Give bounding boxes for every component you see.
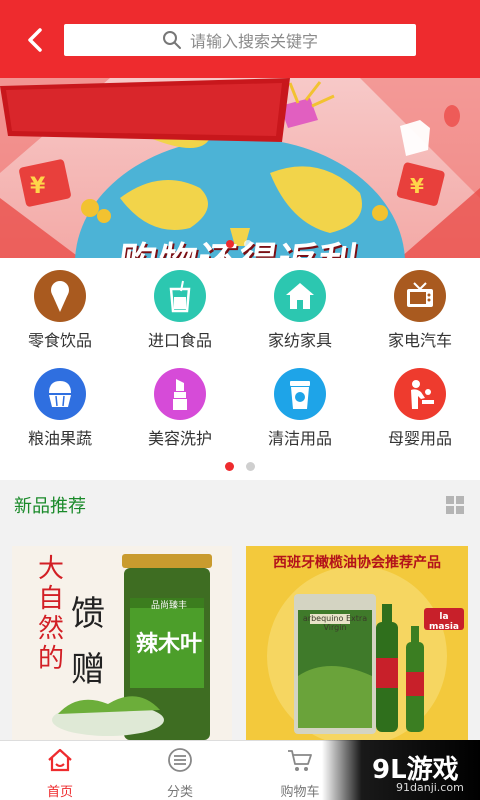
banner-dot[interactable] <box>244 240 252 248</box>
house-icon <box>274 270 326 322</box>
category-imported-food[interactable]: 进口食品 <box>120 270 240 351</box>
tagline-char: 自 <box>37 584 64 614</box>
category-pager <box>225 462 255 471</box>
category-snacks-drinks[interactable]: 零食饮品 <box>0 270 120 351</box>
product-name: 辣木叶 <box>135 632 202 657</box>
gift-char: 馈 <box>71 594 105 634</box>
search-input[interactable]: 请输入搜索关键字 <box>64 24 416 56</box>
tab-label: 首页 <box>46 785 73 800</box>
back-button[interactable] <box>18 22 54 58</box>
pager-dot[interactable] <box>246 462 255 471</box>
product-card[interactable]: 大 自 然 的 馈 赠 品尚臻丰 辣木叶 <box>12 546 232 740</box>
search-placeholder: 请输入搜索关键字 <box>189 32 318 51</box>
category-home-textiles[interactable]: 家纺家具 <box>240 270 360 351</box>
section-title: 新品推荐 <box>14 496 86 517</box>
cart-icon <box>288 750 312 771</box>
category-appliances-auto[interactable]: 家电汽车 <box>360 270 480 351</box>
watermark-url: 91danji.com <box>396 781 464 794</box>
category-label: 清洁用品 <box>267 429 332 448</box>
product-brand: 品尚臻丰 <box>150 601 187 611</box>
category-grid: 零食饮品 进口食品 家纺家具 家电汽车 粮油果蔬 美容洗护 清洁用品 母婴用品 <box>0 258 480 480</box>
drink-cup-icon <box>154 270 206 322</box>
tab-label: 分类 <box>166 785 193 800</box>
gift-char: 赠 <box>71 650 105 690</box>
category-icon <box>168 748 192 772</box>
lipstick-icon <box>154 368 206 420</box>
product-image-olive-oil <box>246 546 468 740</box>
banner-dot-active[interactable] <box>226 240 234 248</box>
category-mother-baby[interactable]: 母婴用品 <box>360 368 480 449</box>
product-banner-text: 西班牙橄榄油协会推荐产品 <box>273 555 441 571</box>
new-products-header: 新品推荐 <box>0 480 480 530</box>
category-cleaning[interactable]: 清洁用品 <box>240 368 360 449</box>
cleaning-cup-icon <box>274 368 326 420</box>
category-label: 零食饮品 <box>27 331 92 350</box>
search-icon <box>162 31 181 49</box>
app-screen: 请输入搜索关键字 ¥ ¥ 零食饮品 进口食品 家纺家具 家电汽车 粮油果蔬 美容… <box>0 0 480 800</box>
category-label: 美容洗护 <box>147 429 212 448</box>
product-card[interactable]: 西班牙橄榄油协会推荐产品 la masia arbequino Extra Vi… <box>246 546 468 740</box>
category-beauty-care[interactable]: 美容洗护 <box>120 368 240 449</box>
category-label: 家纺家具 <box>267 331 332 350</box>
tagline-char: 大 <box>37 554 64 584</box>
home-icon <box>48 748 72 772</box>
tagline-char: 的 <box>37 644 64 674</box>
tab-home[interactable]: 首页 <box>0 747 120 800</box>
top-bar: 请输入搜索关键字 <box>0 0 480 78</box>
category-label: 母婴用品 <box>387 429 452 448</box>
category-label: 进口食品 <box>147 331 212 350</box>
muffin-icon <box>34 368 86 420</box>
grid-view-icon[interactable] <box>446 496 464 514</box>
svg-text:¥: ¥ <box>30 174 46 199</box>
category-label: 粮油果蔬 <box>27 429 92 448</box>
tab-category[interactable]: 分类 <box>120 747 240 800</box>
tagline-char: 然 <box>37 614 64 644</box>
mother-baby-icon <box>394 368 446 420</box>
banner-title-plate <box>0 78 290 142</box>
chevron-left-icon <box>28 28 42 52</box>
product-brand: la masia <box>429 612 459 632</box>
product-name: arbequino Extra Virgin <box>302 614 368 632</box>
svg-text:¥: ¥ <box>410 174 424 198</box>
ice-cream-icon <box>34 270 86 322</box>
banner-pager <box>226 240 252 248</box>
category-label: 家电汽车 <box>387 331 452 350</box>
promo-banner[interactable]: ¥ ¥ 购物还得返利 <box>0 78 480 258</box>
pager-dot-active[interactable] <box>225 462 234 471</box>
television-icon <box>394 270 446 322</box>
category-grain-produce[interactable]: 粮油果蔬 <box>0 368 120 449</box>
